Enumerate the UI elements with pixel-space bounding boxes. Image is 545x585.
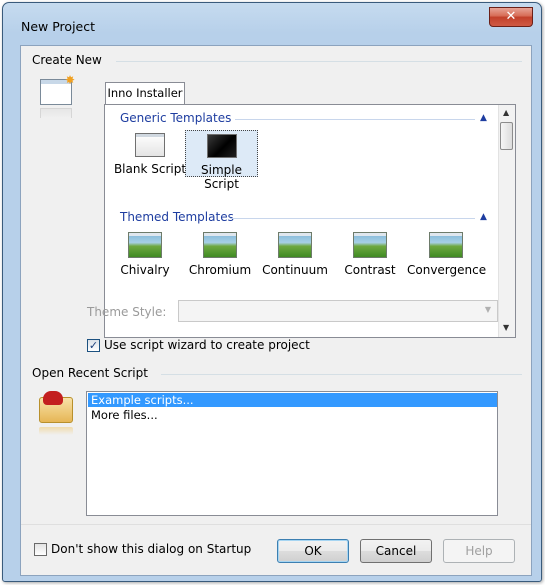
theme-chromium[interactable]: Chromium bbox=[185, 232, 255, 277]
theme-label: Continuum bbox=[262, 263, 328, 277]
generic-templates-rule bbox=[235, 119, 475, 120]
check-icon: ✓ bbox=[88, 339, 99, 352]
tab-inno-installer[interactable]: Inno Installer bbox=[105, 82, 185, 105]
close-button[interactable]: ✕ bbox=[489, 7, 533, 27]
open-recent-separator bbox=[161, 374, 522, 375]
icon-reflection bbox=[40, 108, 72, 118]
ok-button[interactable]: OK bbox=[277, 539, 349, 563]
theme-convergence[interactable]: Convergence bbox=[407, 232, 487, 277]
scroll-thumb[interactable] bbox=[500, 122, 513, 150]
theme-chivalry[interactable]: Chivalry bbox=[110, 232, 180, 277]
generic-templates-header[interactable]: Generic Templates bbox=[120, 111, 231, 125]
scroll-down-icon[interactable]: ▼ bbox=[503, 323, 509, 332]
open-recent-label: Open Recent Script bbox=[32, 366, 148, 380]
theme-thumbnail-icon bbox=[128, 232, 162, 258]
recent-item-example-scripts[interactable]: Example scripts... bbox=[88, 393, 497, 407]
cancel-button[interactable]: Cancel bbox=[360, 539, 432, 563]
theme-label: Contrast bbox=[344, 263, 396, 277]
template-simple-script[interactable]: Simple Script bbox=[185, 130, 258, 191]
dialog-client-area: Create New ✸ Inno Installer Generic Temp… bbox=[20, 45, 532, 576]
dont-show-label[interactable]: Don't show this dialog on Startup bbox=[51, 542, 251, 556]
scroll-up-icon[interactable]: ▲ bbox=[503, 108, 509, 117]
use-wizard-checkbox[interactable]: ✓ bbox=[87, 339, 100, 352]
theme-style-select[interactable]: ▼ bbox=[178, 300, 498, 322]
new-star-icon: ✸ bbox=[65, 73, 76, 87]
theme-thumbnail-icon bbox=[353, 232, 387, 258]
theme-contrast[interactable]: Contrast bbox=[335, 232, 405, 277]
theme-label: Chivalry bbox=[120, 263, 170, 277]
script-badge-icon bbox=[43, 391, 63, 405]
theme-label: Chromium bbox=[188, 263, 252, 277]
dropdown-arrow-icon: ▼ bbox=[484, 305, 491, 314]
use-wizard-label[interactable]: Use script wizard to create project bbox=[104, 338, 310, 352]
dont-show-checkbox[interactable] bbox=[34, 543, 47, 556]
window-title: New Project bbox=[21, 19, 96, 34]
template-scrollbar[interactable]: ▲ ▼ bbox=[498, 105, 515, 337]
new-project-dialog: New Project ✕ Create New ✸ Inno Installe… bbox=[2, 2, 542, 582]
dialog-footer: Don't show this dialog on Startup OK Can… bbox=[21, 524, 531, 575]
blank-script-icon bbox=[135, 133, 165, 157]
recent-item-more-files[interactable]: More files... bbox=[88, 408, 497, 422]
simple-script-icon bbox=[206, 134, 237, 158]
template-blank-script[interactable]: Blank Script bbox=[111, 133, 189, 176]
theme-thumbnail-icon bbox=[203, 232, 237, 258]
themed-templates-header[interactable]: Themed Templates bbox=[120, 210, 234, 224]
themed-templates-rule bbox=[230, 218, 475, 219]
theme-continuum[interactable]: Continuum bbox=[260, 232, 330, 277]
create-new-label: Create New bbox=[32, 53, 102, 67]
theme-thumbnail-icon bbox=[429, 232, 463, 258]
theme-label: Convergence bbox=[407, 263, 487, 277]
close-icon: ✕ bbox=[505, 9, 517, 24]
template-label: Blank Script bbox=[113, 162, 187, 176]
collapse-themed-icon[interactable]: ▲ bbox=[480, 212, 487, 222]
help-button[interactable]: Help bbox=[443, 539, 515, 563]
theme-thumbnail-icon bbox=[278, 232, 312, 258]
template-label: Simple Script bbox=[201, 163, 242, 191]
recent-scripts-list[interactable]: Example scripts... More files... bbox=[86, 391, 498, 516]
collapse-generic-icon[interactable]: ▲ bbox=[480, 113, 487, 123]
icon-reflection bbox=[39, 427, 73, 435]
create-new-separator bbox=[116, 61, 522, 62]
theme-style-label: Theme Style: bbox=[87, 305, 167, 319]
